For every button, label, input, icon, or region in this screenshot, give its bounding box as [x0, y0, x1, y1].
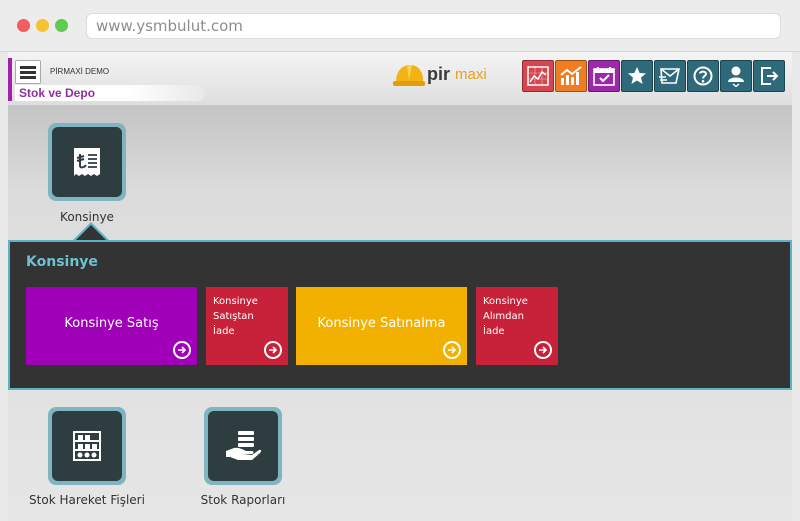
konsinye-satis-tile[interactable]: Konsinye Satış [26, 287, 197, 365]
konsinye-alimdan-iade-tile[interactable]: Konsinye Alımdan İade [476, 287, 558, 365]
user-icon [728, 66, 744, 87]
panel-pointer-inner [75, 225, 107, 241]
header-toolbar [522, 60, 785, 92]
tile-label: Konsinye Satıştan İade [213, 296, 258, 337]
warehouse-icon [73, 431, 101, 461]
header-accent-bar [8, 58, 12, 101]
konsinye-submenu-panel: Konsinye Konsinye Satış Konsinye Satışta… [8, 240, 792, 390]
stok-hareket-fisleri-tile[interactable] [48, 407, 126, 485]
star-icon [628, 67, 646, 84]
trend-chart-icon [560, 66, 582, 85]
message-icon [659, 68, 680, 84]
close-window-button[interactable] [17, 19, 30, 32]
konsinye-module-tile[interactable] [48, 123, 126, 201]
panel-title: Konsinye [26, 254, 98, 270]
app-logo: pir maxi [393, 62, 493, 90]
calendar-button[interactable] [588, 60, 620, 92]
module-title[interactable]: Stok ve Depo [15, 85, 205, 101]
arrow-right-icon [264, 341, 282, 359]
arrow-right-icon [534, 341, 552, 359]
help-icon [693, 66, 713, 86]
konsinye-satistan-iade-tile[interactable]: Konsinye Satıştan İade [206, 287, 288, 365]
help-button[interactable] [687, 60, 719, 92]
konsinye-satinalma-tile[interactable]: Konsinye Satınalma [296, 287, 467, 365]
hamburger-menu-button[interactable] [15, 60, 41, 84]
address-bar[interactable]: www.ysmbulut.com [86, 13, 781, 39]
favorites-button[interactable] [621, 60, 653, 92]
app-header: PİRMAXİ DEMO Stok ve Depo pir maxi [8, 52, 792, 106]
maximize-window-button[interactable] [55, 19, 68, 32]
receipt-icon [74, 148, 100, 176]
trend-chart-button[interactable] [555, 60, 587, 92]
app-window: PİRMAXİ DEMO Stok ve Depo pir maxi Konsi… [8, 52, 792, 521]
arrow-right-icon [173, 341, 191, 359]
logout-button[interactable] [753, 60, 785, 92]
stok-hareket-fisleri-label: Stok Hareket Fişleri [29, 493, 145, 507]
browser-chrome: www.ysmbulut.com [0, 0, 800, 52]
logo-text-secondary: maxi [455, 66, 487, 83]
logout-icon [761, 67, 779, 85]
messages-button[interactable] [654, 60, 686, 92]
user-button[interactable] [720, 60, 752, 92]
report-chart-button[interactable] [522, 60, 554, 92]
tile-label: Konsinye Satınalma [317, 316, 446, 331]
tile-label: Konsinye Satış [64, 316, 159, 331]
logo-text-primary: pir [427, 64, 451, 84]
calendar-check-icon [593, 67, 615, 86]
tile-label: Konsinye Alımdan İade [483, 296, 528, 337]
helmet-icon [393, 65, 425, 86]
company-name: PİRMAXİ DEMO [50, 67, 110, 76]
minimize-window-button[interactable] [36, 19, 49, 32]
stok-raporlari-tile[interactable] [204, 407, 282, 485]
cash-hand-icon [226, 431, 262, 460]
stok-raporlari-label: Stok Raporları [200, 493, 286, 507]
arrow-right-icon [443, 341, 461, 359]
report-chart-icon [527, 66, 549, 86]
